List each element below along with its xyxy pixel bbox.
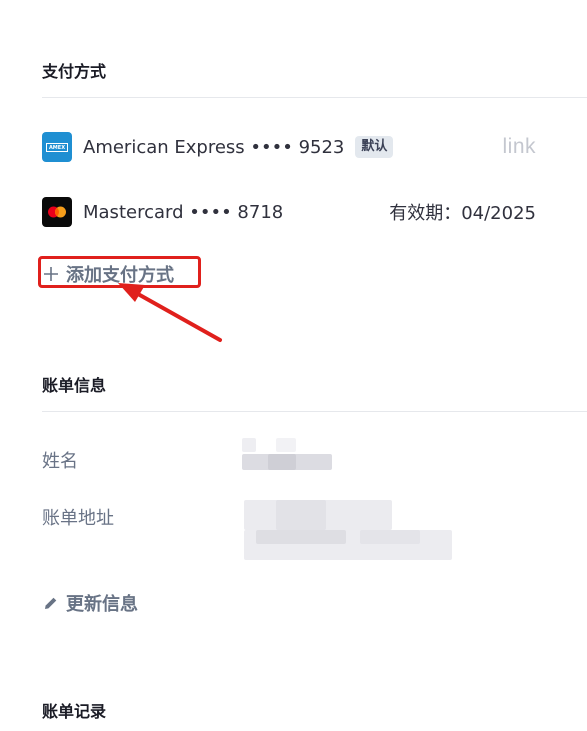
amex-logo-text: AMEX [46,142,68,152]
card-description: American Express •••• 9523 [83,136,345,158]
card-expiry: 有效期：04/2025 [389,203,536,224]
default-badge: 默认 [355,136,394,158]
billing-address-label: 账单地址 [42,508,114,529]
mastercard-circles-icon [48,206,66,218]
billing-history-title: 账单记录 [42,702,107,721]
payment-card-row-mastercard[interactable]: Mastercard •••• 8718 有效期：04/2025 [42,197,542,227]
payment-methods-title: 支付方式 [42,62,107,81]
annotation-highlight-box [38,256,201,288]
payment-card-row-amex[interactable]: AMEX American Express •••• 9523 默认 link [42,132,542,162]
billing-info-title: 账单信息 [42,376,107,395]
pencil-icon [42,594,60,612]
mastercard-icon [42,197,72,227]
annotation-arrow-icon [118,283,222,342]
card-description: Mastercard •••• 8718 [83,201,284,223]
update-info-button[interactable]: 更新信息 [42,590,138,616]
name-label: 姓名 [42,451,78,472]
payment-methods-divider [42,97,587,98]
amex-card-icon: AMEX [42,132,72,162]
link-logo: link [502,135,536,158]
update-info-label: 更新信息 [66,594,138,615]
billing-info-divider [42,411,587,412]
